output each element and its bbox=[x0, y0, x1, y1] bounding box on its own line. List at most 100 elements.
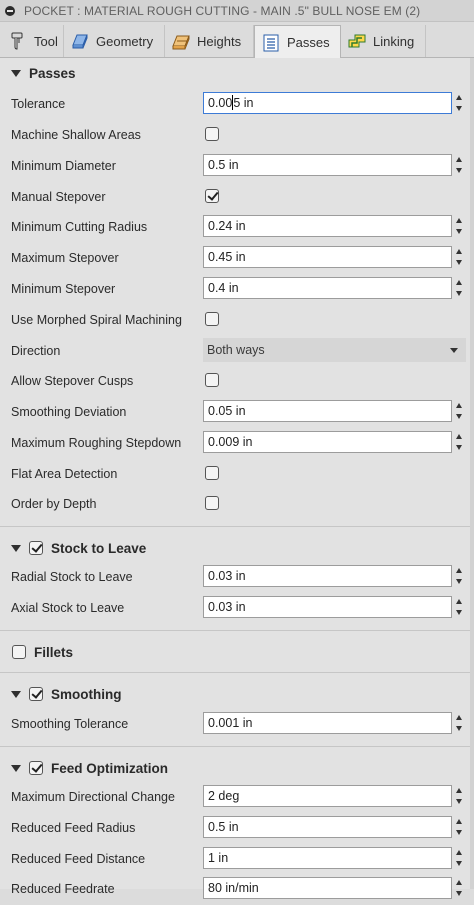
allow-cusps-checkbox[interactable] bbox=[205, 373, 219, 387]
machine-shallow-checkbox[interactable] bbox=[205, 127, 219, 141]
reduced-distance-input[interactable]: 1 in bbox=[203, 847, 452, 869]
min-stepover-row: Minimum Stepover 0.4 in bbox=[0, 274, 470, 305]
max-roughing-stepdown-spinner: 0.009 in bbox=[203, 431, 466, 453]
min-cutting-radius-input[interactable]: 0.24 in bbox=[203, 215, 452, 237]
section-title: Feed Optimization bbox=[51, 760, 169, 776]
tab-passes[interactable]: Passes bbox=[254, 25, 341, 59]
tab-geometry[interactable]: Geometry bbox=[64, 25, 165, 57]
max-stepover-input[interactable]: 0.45 in bbox=[203, 246, 452, 268]
allow-cusps-row: Allow Stepover Cusps bbox=[0, 366, 470, 397]
radial-stock-spinner: 0.03 in bbox=[203, 565, 466, 587]
reduced-radius-row: Reduced Feed Radius 0.5 in bbox=[0, 813, 470, 844]
spin-up-icon[interactable] bbox=[456, 788, 462, 793]
smoothing-enable-checkbox[interactable] bbox=[29, 687, 43, 701]
spin-down-icon[interactable] bbox=[456, 610, 462, 615]
manual-stepover-checkbox[interactable] bbox=[205, 189, 219, 203]
spin-up-icon[interactable] bbox=[456, 568, 462, 573]
window-titlebar: POCKET : MATERIAL ROUGH CUTTING - MAIN .… bbox=[0, 0, 474, 22]
spin-down-icon[interactable] bbox=[456, 445, 462, 450]
passes-section-header[interactable]: Passes bbox=[0, 58, 470, 88]
axial-stock-spinner: 0.03 in bbox=[203, 596, 466, 618]
collapse-triangle-icon[interactable] bbox=[11, 764, 21, 772]
min-cutting-radius-label: Minimum Cutting Radius bbox=[11, 220, 148, 234]
collapse-icon[interactable] bbox=[5, 5, 15, 16]
flat-area-row: Flat Area Detection bbox=[0, 459, 470, 490]
smoothing-deviation-row: Smoothing Deviation 0.05 in bbox=[0, 397, 470, 428]
feed-enable-checkbox[interactable] bbox=[29, 761, 43, 775]
reduced-distance-row: Reduced Feed Distance 1 in bbox=[0, 844, 470, 875]
radial-stock-label: Radial Stock to Leave bbox=[11, 570, 133, 584]
max-dir-change-row: Maximum Directional Change 2 deg bbox=[0, 782, 470, 813]
smoothing-tolerance-label: Smoothing Tolerance bbox=[11, 717, 129, 731]
spin-up-icon[interactable] bbox=[456, 434, 462, 439]
spin-down-icon[interactable] bbox=[456, 579, 462, 584]
tab-label: Heights bbox=[197, 33, 242, 49]
collapse-triangle-icon[interactable] bbox=[11, 544, 21, 552]
section-title: Passes bbox=[29, 65, 76, 81]
spin-up-icon[interactable] bbox=[456, 880, 462, 885]
max-roughing-stepdown-input[interactable]: 0.009 in bbox=[203, 431, 452, 453]
min-diameter-row: Minimum Diameter 0.5 in bbox=[0, 151, 470, 182]
fillets-enable-checkbox[interactable] bbox=[12, 645, 26, 659]
spin-down-icon[interactable] bbox=[456, 260, 462, 265]
spin-down-icon[interactable] bbox=[456, 414, 462, 419]
morphed-spiral-checkbox[interactable] bbox=[205, 312, 219, 326]
order-by-depth-checkbox[interactable] bbox=[205, 496, 219, 510]
spin-down-icon[interactable] bbox=[456, 830, 462, 835]
tab-tool[interactable]: Tool bbox=[2, 25, 64, 57]
heights-icon bbox=[171, 31, 191, 51]
radial-stock-input[interactable]: 0.03 in bbox=[203, 565, 452, 587]
min-cutting-radius-row: Minimum Cutting Radius 0.24 in bbox=[0, 212, 470, 243]
radial-stock-row: Radial Stock to Leave 0.03 in bbox=[0, 562, 470, 593]
fillets-section-header[interactable]: Fillets bbox=[0, 630, 470, 673]
spin-down-icon[interactable] bbox=[456, 229, 462, 234]
panel-scrollbar-track[interactable] bbox=[470, 58, 474, 889]
tolerance-spinner: 0.005 in bbox=[203, 92, 466, 114]
tolerance-label: Tolerance bbox=[11, 97, 66, 111]
max-roughing-stepdown-row: Maximum Roughing Stepdown 0.009 in bbox=[0, 428, 470, 459]
tab-heights[interactable]: Heights bbox=[165, 25, 254, 57]
min-diameter-input[interactable]: 0.5 in bbox=[203, 154, 452, 176]
tab-linking[interactable]: Linking bbox=[341, 25, 426, 57]
collapse-triangle-icon[interactable] bbox=[11, 690, 21, 698]
spin-up-icon[interactable] bbox=[456, 403, 462, 408]
spin-up-icon[interactable] bbox=[456, 218, 462, 223]
axial-stock-input[interactable]: 0.03 in bbox=[203, 596, 452, 618]
smoothing-deviation-input[interactable]: 0.05 in bbox=[203, 400, 452, 422]
max-stepover-row: Maximum Stepover 0.45 in bbox=[0, 243, 470, 274]
spin-up-icon[interactable] bbox=[456, 95, 462, 100]
reduced-feedrate-spinner: 80 in/min bbox=[203, 877, 466, 899]
spin-down-icon[interactable] bbox=[456, 891, 462, 896]
spin-down-icon[interactable] bbox=[456, 168, 462, 173]
spin-down-icon[interactable] bbox=[456, 291, 462, 296]
stock-enable-checkbox[interactable] bbox=[29, 541, 43, 555]
spin-down-icon[interactable] bbox=[456, 726, 462, 731]
min-diameter-label: Minimum Diameter bbox=[11, 159, 116, 173]
flat-area-checkbox[interactable] bbox=[205, 466, 219, 480]
max-dir-change-input[interactable]: 2 deg bbox=[203, 785, 452, 807]
section-title: Fillets bbox=[34, 644, 74, 660]
spin-up-icon[interactable] bbox=[456, 599, 462, 604]
reduced-feedrate-input[interactable]: 80 in/min bbox=[203, 877, 452, 899]
min-stepover-spinner: 0.4 in bbox=[203, 277, 466, 299]
spin-down-icon[interactable] bbox=[456, 861, 462, 866]
machine-shallow-label: Machine Shallow Areas bbox=[11, 128, 141, 142]
spin-up-icon[interactable] bbox=[456, 157, 462, 162]
spin-down-icon[interactable] bbox=[456, 799, 462, 804]
min-stepover-input[interactable]: 0.4 in bbox=[203, 277, 452, 299]
spin-up-icon[interactable] bbox=[456, 819, 462, 824]
spin-up-icon[interactable] bbox=[456, 249, 462, 254]
spin-down-icon[interactable] bbox=[456, 106, 462, 111]
linking-icon bbox=[347, 31, 367, 51]
spin-up-icon[interactable] bbox=[456, 850, 462, 855]
spin-up-icon[interactable] bbox=[456, 280, 462, 285]
direction-select[interactable]: Both ways bbox=[203, 338, 466, 362]
spin-up-icon[interactable] bbox=[456, 715, 462, 720]
collapse-triangle-icon[interactable] bbox=[11, 69, 21, 77]
tab-label: Tool bbox=[34, 33, 58, 49]
reduced-feedrate-label: Reduced Feedrate bbox=[11, 882, 115, 896]
morphed-spiral-label: Use Morphed Spiral Machining bbox=[11, 313, 182, 327]
tolerance-input[interactable]: 0.005 in bbox=[203, 92, 452, 114]
reduced-radius-input[interactable]: 0.5 in bbox=[203, 816, 452, 838]
smoothing-tolerance-input[interactable]: 0.001 in bbox=[203, 712, 452, 734]
